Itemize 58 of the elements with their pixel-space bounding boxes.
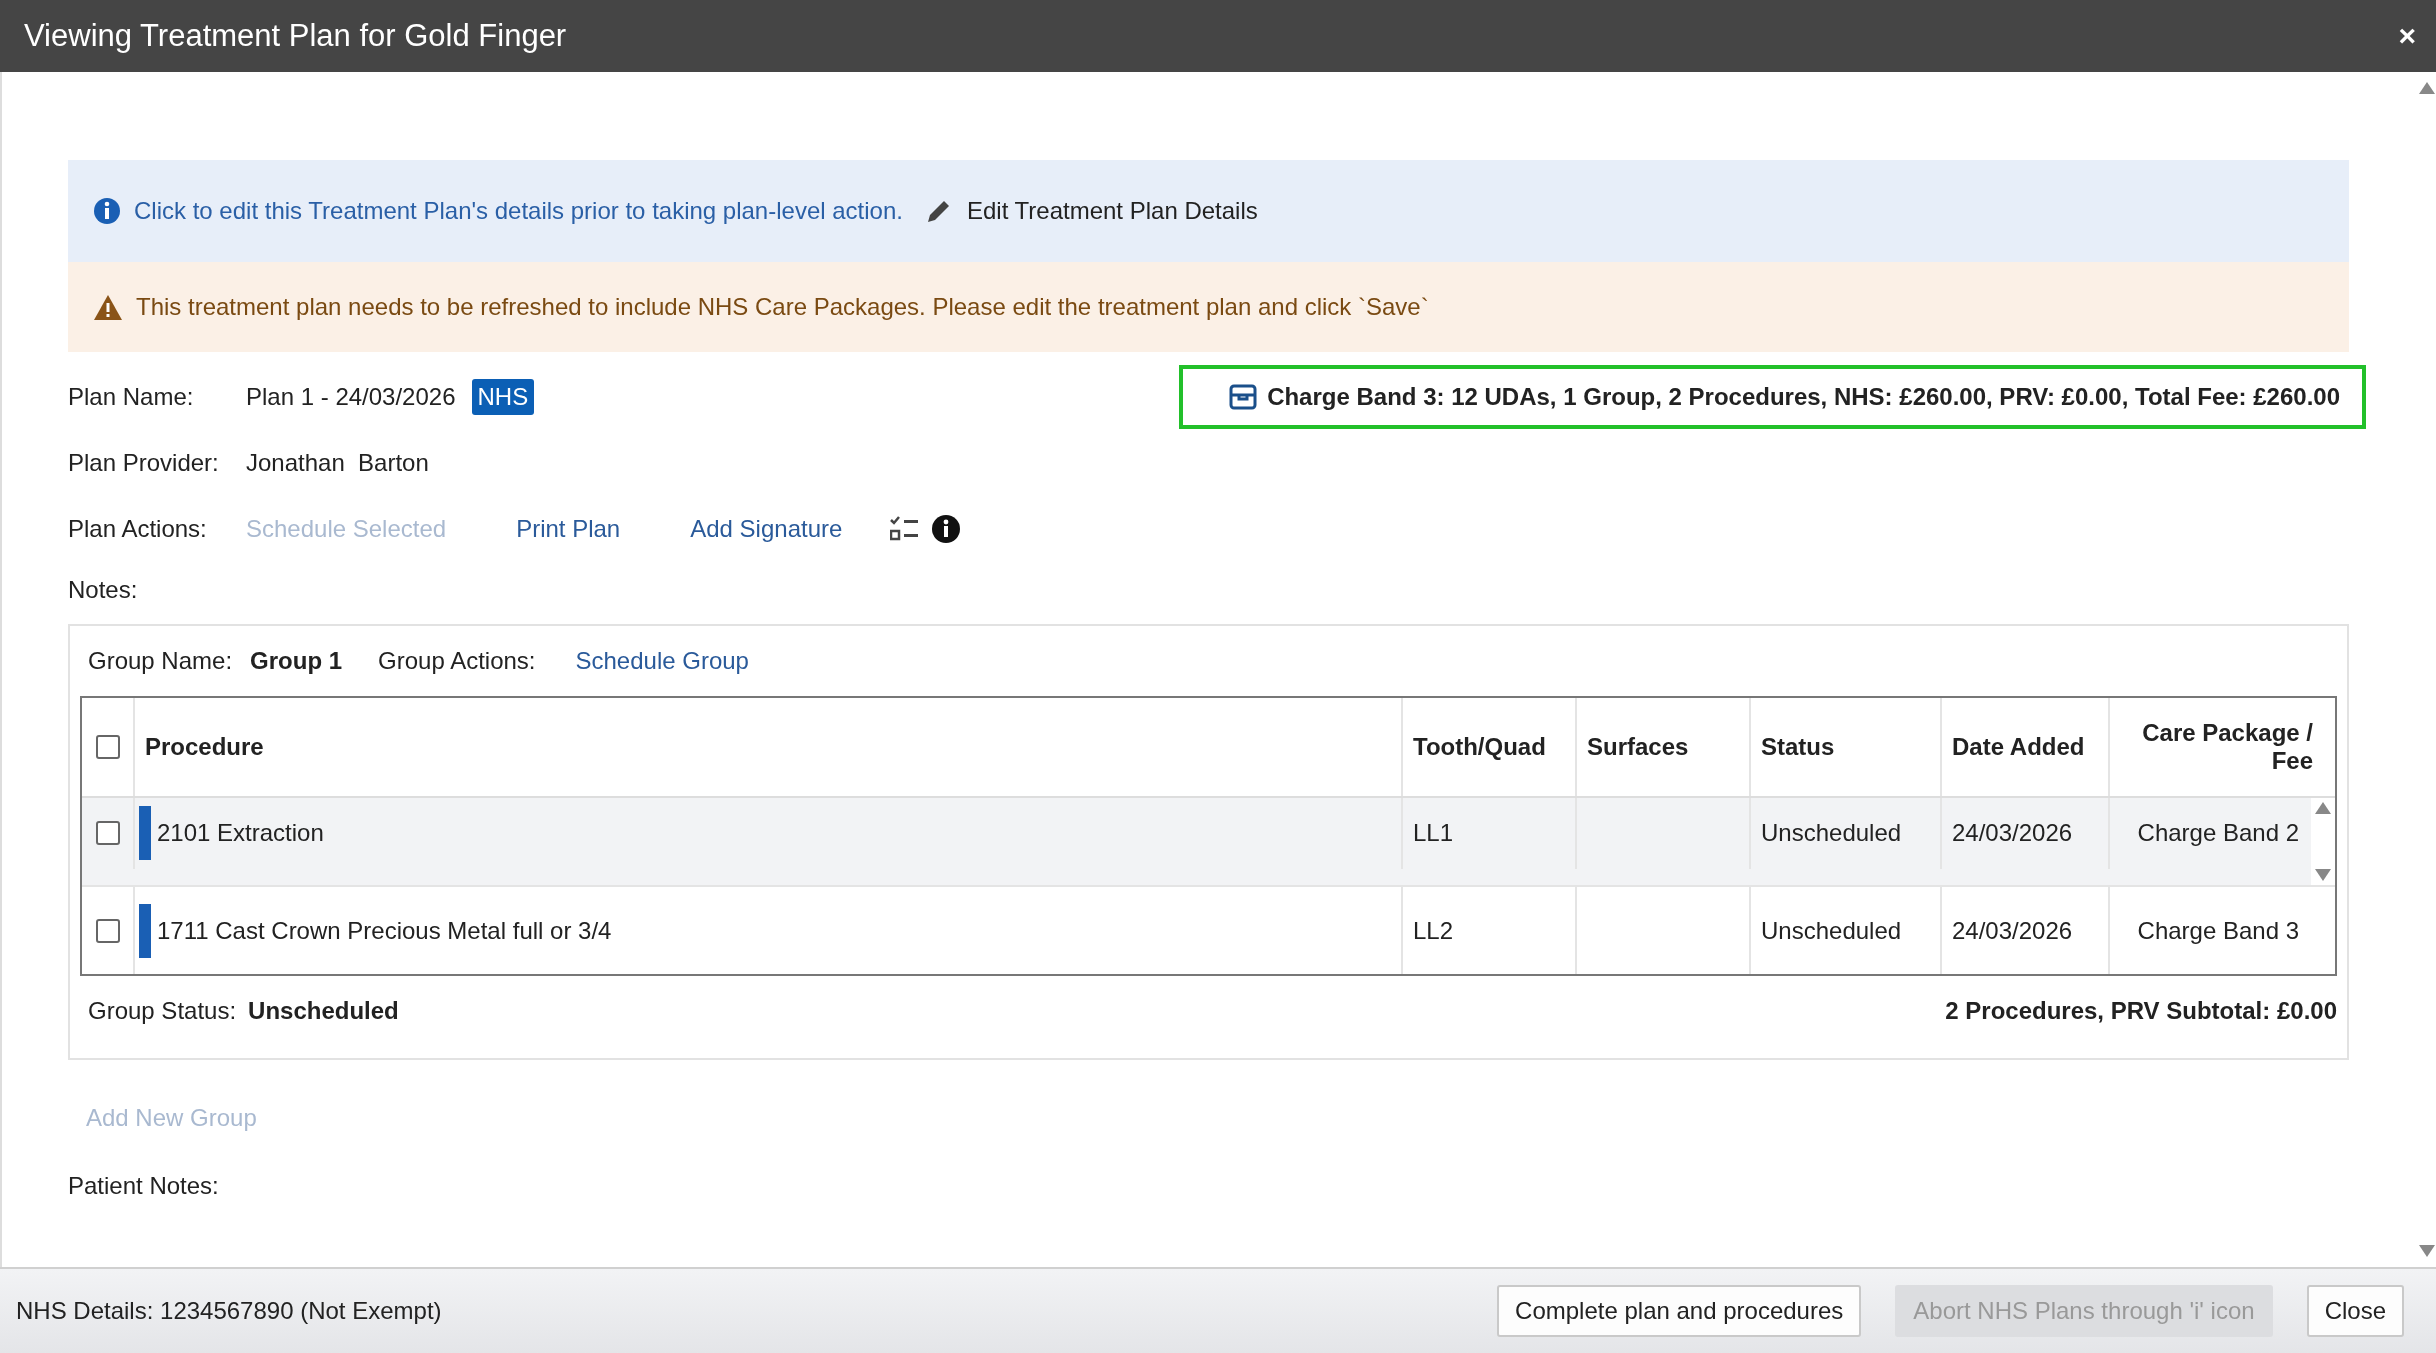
table-cell: 24/03/2026 — [1952, 916, 2073, 945]
plan-name: Plan 1 - 24/03/2026 — [246, 383, 456, 411]
field-label: Plan Actions: — [68, 515, 208, 543]
column-header: Procedure — [133, 698, 1401, 796]
column-header: Tooth/Quad — [1401, 698, 1575, 796]
table-cell: LL1 — [1413, 819, 1454, 848]
column-header: Date Added — [1940, 698, 2108, 796]
field-label: Group Status: — [88, 997, 237, 1024]
scroll-up-icon[interactable] — [2418, 82, 2435, 94]
field-label: Plan Name: — [68, 383, 195, 411]
table-cell: Charge Band 2 — [2137, 819, 2299, 848]
group-name: Group 1 — [250, 647, 343, 675]
table-cell: Charge Band 3 — [2137, 916, 2299, 945]
footer-button[interactable]: Complete plan and procedures — [1497, 1285, 1862, 1337]
group-status: Unscheduled — [248, 997, 399, 1024]
field-label: Plan Provider: — [68, 449, 220, 477]
column-header: Status — [1749, 698, 1940, 796]
row-checkbox[interactable] — [95, 918, 120, 943]
status-bar — [139, 903, 151, 958]
checklist-icon[interactable] — [890, 516, 921, 542]
table-cell: Unscheduled — [1761, 916, 1902, 945]
warning-icon — [94, 294, 122, 320]
field-label: Group Actions: — [378, 647, 536, 675]
field-label: Group Name: — [88, 647, 233, 675]
select-all-checkbox[interactable] — [95, 735, 120, 759]
row-checkbox[interactable] — [95, 821, 120, 846]
footer-button[interactable]: Close — [2306, 1285, 2404, 1337]
plan-action-link[interactable]: Add Signature — [690, 515, 843, 543]
schedule-group-link[interactable]: Schedule Group — [575, 647, 749, 675]
group-subtotal: 2 Procedures, PRV Subtotal: £0.00 — [1945, 997, 2337, 1025]
plan-provider: Jonathan Barton — [246, 449, 429, 477]
info-message: Click to edit this Treatment Plan's details prior to taking plan-level action. — [134, 197, 903, 225]
field-label: Notes: — [68, 576, 138, 604]
warning-message: This treatment plan needs to be refreshed to include NHS Care Packages. Please edit the treatment plan and click `Save` — [136, 293, 1429, 321]
table-cell: 2101 Extraction — [157, 819, 324, 848]
table-cell: LL2 — [1413, 916, 1454, 945]
edit-plan-link[interactable]: Edit Treatment Plan Details — [924, 197, 1258, 225]
info-icon[interactable] — [932, 515, 961, 543]
table-cell: Unscheduled — [1761, 819, 1902, 848]
info-icon — [94, 198, 120, 224]
close-button[interactable]: × — [2392, 18, 2422, 54]
charge-summary-text: Charge Band 3: 12 UDAs, 1 Group, 2 Procedures, NHS: £260.00, PRV: £0.00, Total Fee: £260.00 — [1267, 383, 2340, 411]
scroll-down-icon[interactable] — [2315, 869, 2331, 881]
nhs-badge: NHS — [471, 379, 535, 415]
plan-action-link[interactable]: Print Plan — [516, 515, 621, 543]
scroll-down-icon[interactable] — [2418, 1245, 2435, 1257]
table-row[interactable]: 2101 Extraction LL1 Unscheduled 24/03/2026 Charge Band 2 — [82, 798, 2335, 885]
column-header: Surfaces — [1575, 698, 1749, 796]
scroll-up-icon[interactable] — [2315, 802, 2331, 814]
status-bar — [139, 806, 151, 861]
column-header: Care Package / Fee — [2108, 698, 2335, 796]
field-label: Patient Notes: — [68, 1172, 220, 1200]
package-icon — [1229, 383, 1258, 411]
table-cell: 24/03/2026 — [1952, 819, 2073, 848]
nhs-details: NHS Details: 1234567890 (Not Exempt) — [16, 1297, 443, 1325]
window-title: Viewing Treatment Plan for Gold Finger — [24, 18, 567, 54]
table-row[interactable]: 1711 Cast Crown Precious Metal full or 3/4 LL2 Unscheduled 24/03/2026 Charge Band 3 — [82, 885, 2335, 974]
table-cell: 1711 Cast Crown Precious Metal full or 3/4 — [157, 916, 612, 945]
